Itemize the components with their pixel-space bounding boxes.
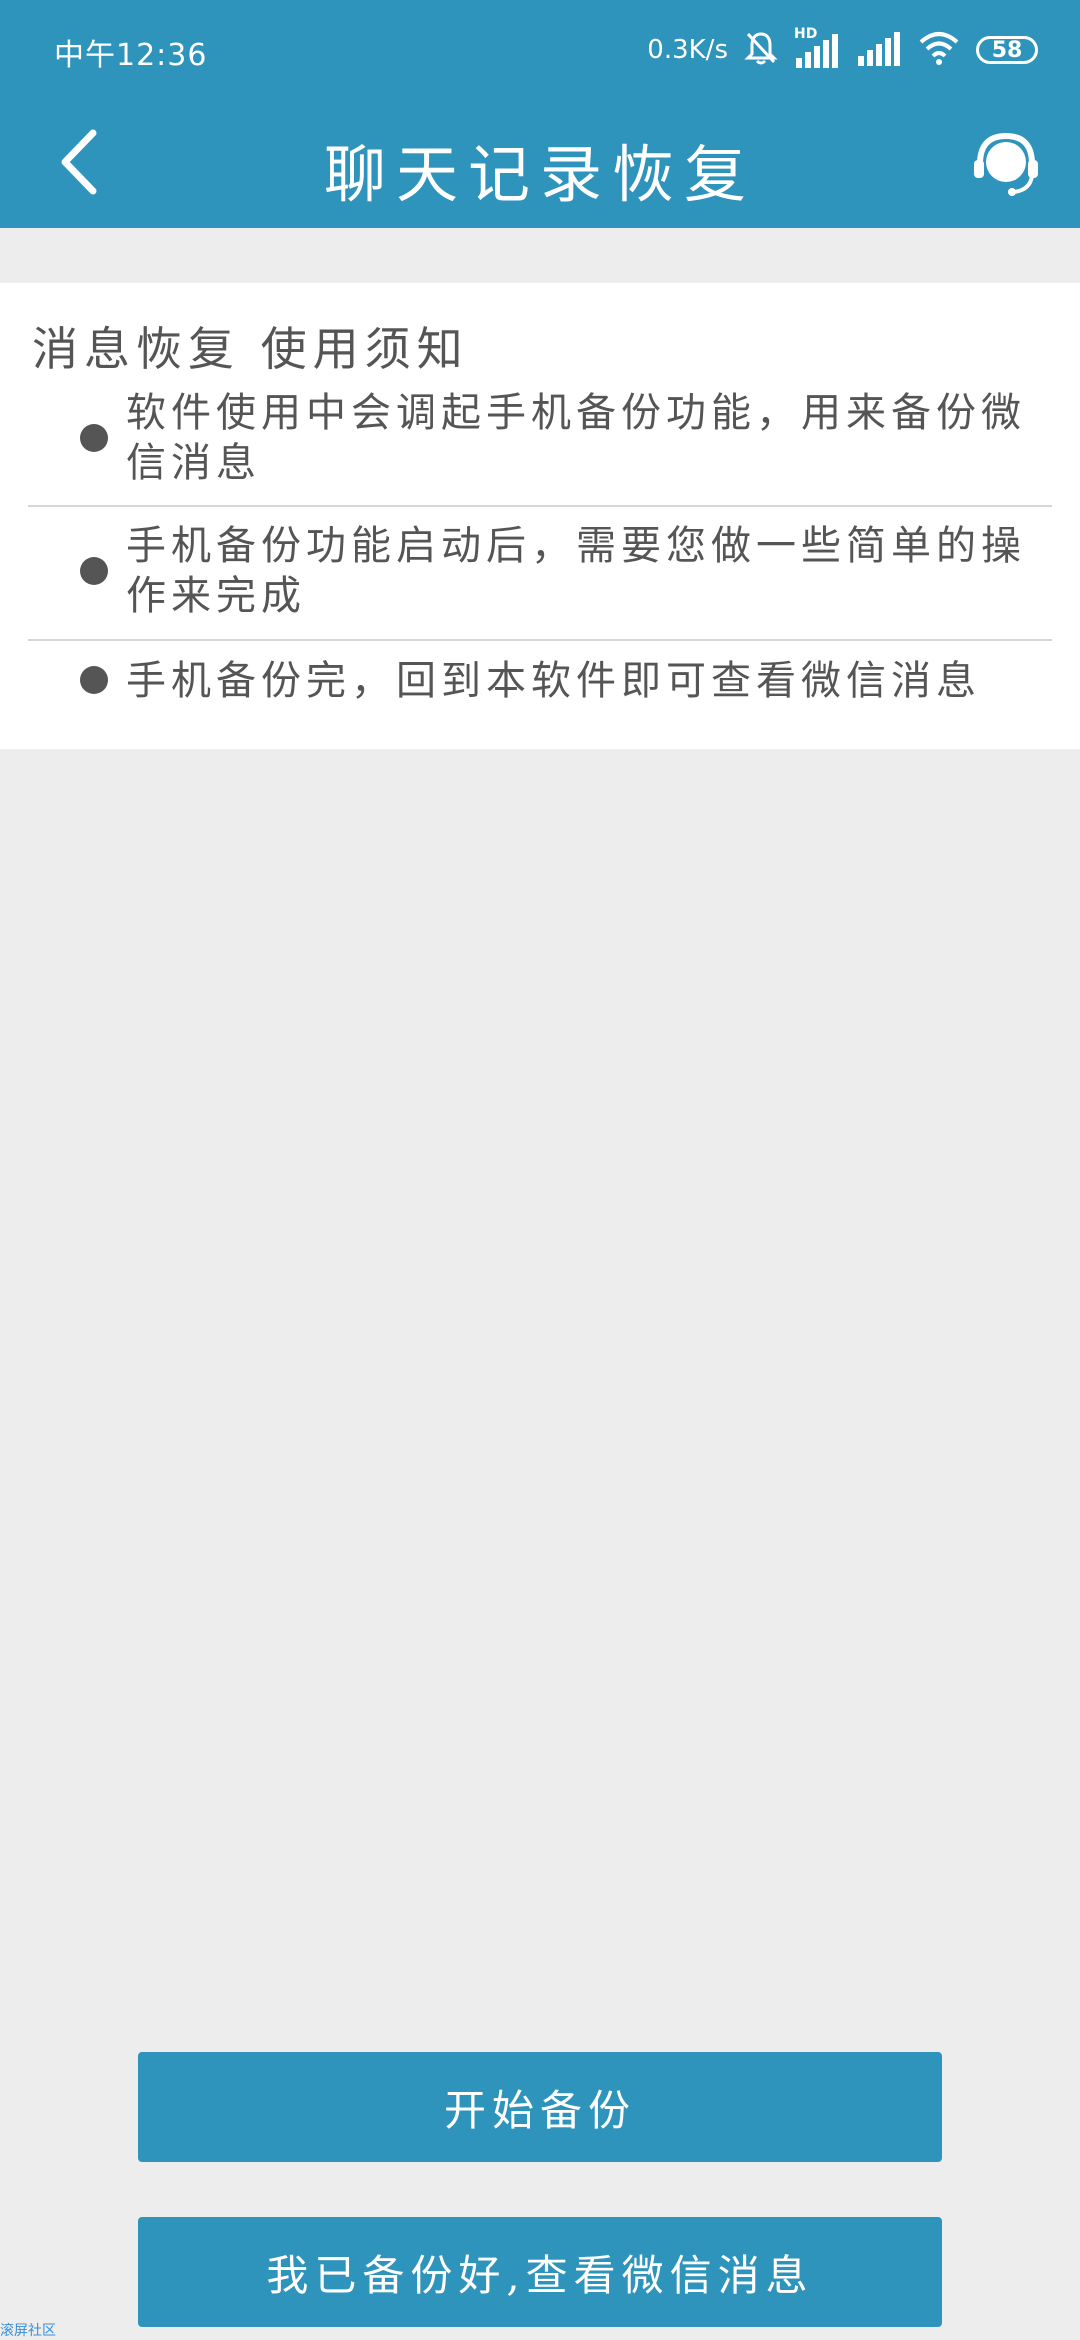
divider bbox=[28, 639, 1052, 641]
watermark: 滚屏社区 bbox=[0, 2323, 56, 2339]
app-header: 中午12:36 0.3K/s HD 58 聊天记录恢复 bbox=[0, 0, 1080, 228]
mute-bell-icon bbox=[744, 30, 778, 70]
network-speed: 0.3K/s bbox=[647, 35, 728, 65]
status-bar: 中午12:36 0.3K/s HD 58 bbox=[0, 0, 1080, 100]
notice-item-text: 手机备份完，回到本软件即可查看微信消息 bbox=[126, 658, 981, 704]
page-title: 聊天记录恢复 bbox=[323, 138, 756, 211]
view-wechat-messages-button[interactable]: 我已备份好,查看微信消息 bbox=[138, 2217, 942, 2327]
notice-item: 手机备份功能启动后，需要您做一些简单的操作来完成 bbox=[28, 521, 1052, 621]
signal-icon bbox=[856, 30, 902, 70]
notice-item: 软件使用中会调起手机备份功能，用来备份微信消息 bbox=[28, 388, 1052, 488]
divider bbox=[28, 505, 1052, 507]
wifi-icon bbox=[918, 30, 960, 70]
notice-card: 消息恢复 使用须知 软件使用中会调起手机备份功能，用来备份微信消息 手机备份功能… bbox=[0, 283, 1080, 749]
customer-service-button[interactable] bbox=[962, 120, 1050, 208]
notice-item: 手机备份完，回到本软件即可查看微信消息 bbox=[28, 656, 1052, 712]
battery-indicator: 58 bbox=[976, 36, 1038, 64]
status-time: 中午12:36 bbox=[54, 38, 208, 73]
start-backup-button[interactable]: 开始备份 bbox=[138, 2052, 942, 2162]
bullet-icon bbox=[80, 424, 108, 452]
notice-item-text: 手机备份功能启动后，需要您做一些简单的操作来完成 bbox=[126, 523, 1026, 619]
headset-support-icon bbox=[974, 132, 1038, 196]
notice-item-text: 软件使用中会调起手机备份功能，用来备份微信消息 bbox=[126, 390, 1026, 486]
bullet-icon bbox=[80, 557, 108, 585]
status-icons: 0.3K/s HD 58 bbox=[647, 26, 1038, 74]
signal-hd-icon: HD bbox=[794, 26, 840, 68]
notice-title: 消息恢复 使用须知 bbox=[32, 322, 469, 376]
bullet-icon bbox=[80, 666, 108, 694]
